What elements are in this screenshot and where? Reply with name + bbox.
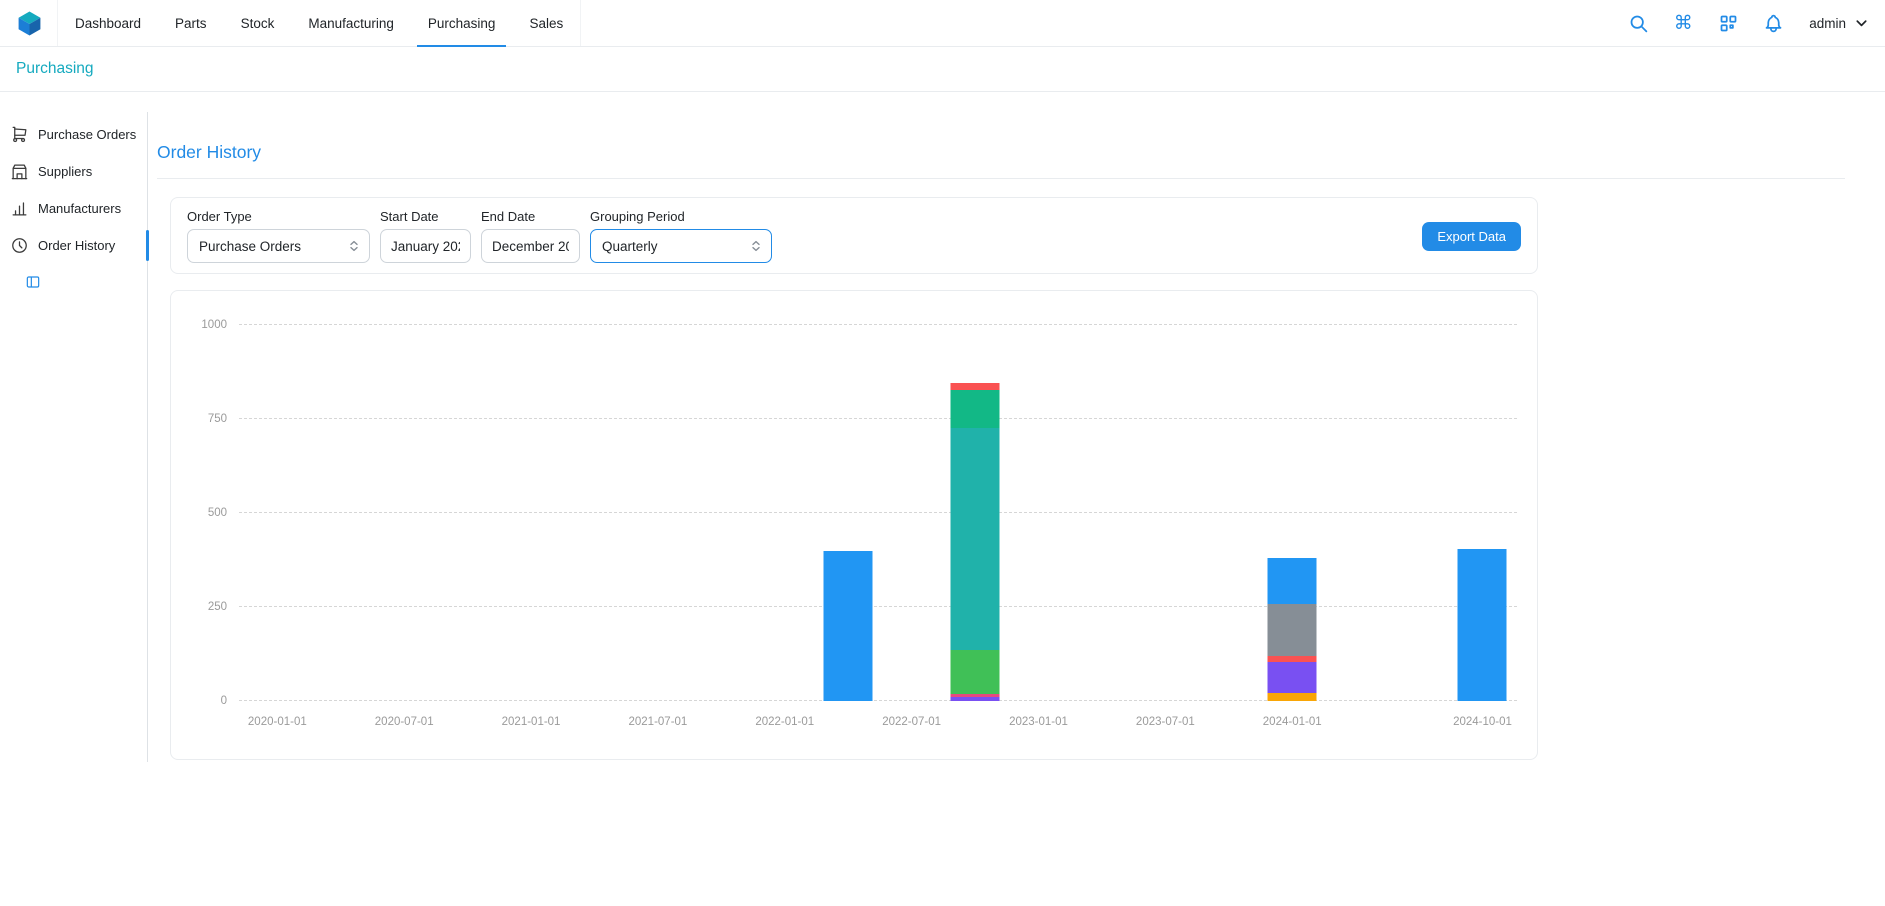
bar-segment[interactable]: [1268, 604, 1317, 656]
gridline: [239, 512, 1517, 513]
grouping-period-label: Grouping Period: [590, 209, 772, 224]
nav-tab-dashboard[interactable]: Dashboard: [58, 0, 158, 46]
chart-wrap: 0 250 500 750 1000 2020-01-01 2020-07-01 2021-0…: [187, 305, 1525, 745]
x-axis-tick-label: 2020-01-01: [248, 716, 307, 728]
export-data-button[interactable]: Export Data: [1422, 222, 1521, 251]
y-axis-tick-label: 500: [208, 507, 227, 519]
qr-scan-icon[interactable]: [1717, 12, 1739, 34]
stacked-bar-2024-10-01[interactable]: [1458, 549, 1507, 701]
sidebar-item-order-history[interactable]: Order History: [0, 227, 147, 264]
grouping-period-value: Quarterly: [602, 239, 658, 254]
sidebar-item-manufacturers[interactable]: Manufacturers: [0, 190, 147, 227]
bar-segment[interactable]: [951, 428, 1000, 650]
breadcrumb: Purchasing: [0, 47, 1885, 92]
x-axis-tick-label: 2021-01-01: [502, 716, 561, 728]
command-palette-icon[interactable]: ⌘: [1672, 12, 1694, 34]
x-axis-tick-label: 2023-07-01: [1136, 716, 1195, 728]
order-type-label: Order Type: [187, 209, 370, 224]
gridline: [239, 700, 1517, 701]
nav-tab-manufacturing[interactable]: Manufacturing: [291, 0, 411, 46]
end-date-input[interactable]: [481, 229, 580, 263]
gridline: [239, 324, 1517, 325]
purchasing-sidebar: Purchase Orders Suppliers Manufacturers: [0, 112, 148, 762]
bar-segment[interactable]: [951, 697, 1000, 701]
gridline: [239, 418, 1517, 419]
bar-segment[interactable]: [824, 551, 873, 701]
chevron-down-icon: [1854, 16, 1869, 31]
x-axis-tick-label: 2022-01-01: [755, 716, 814, 728]
app-logo-icon[interactable]: [16, 10, 43, 37]
sidebar-item-label: Manufacturers: [38, 201, 121, 216]
sidebar-item-label: Suppliers: [38, 164, 92, 179]
y-axis-tick-label: 1000: [201, 319, 227, 331]
main-panel: Order History Order Type Purchase Orders: [148, 112, 1885, 760]
title-divider: [157, 178, 1845, 179]
gridline: [239, 606, 1517, 607]
y-axis-tick-label: 250: [208, 601, 227, 613]
start-date-label: Start Date: [380, 209, 471, 224]
filter-card: Order Type Purchase Orders Start Date: [170, 197, 1538, 274]
bar-segment[interactable]: [1458, 549, 1507, 701]
select-chevrons-icon: [749, 239, 763, 253]
x-axis-tick-label: 2023-01-01: [1009, 716, 1068, 728]
nav-tab-sales[interactable]: Sales: [512, 0, 580, 46]
x-axis-tick-label: 2021-07-01: [628, 716, 687, 728]
top-navbar: Dashboard Parts Stock Manufacturing Purc…: [0, 0, 1885, 47]
page-layout: Purchase Orders Suppliers Manufacturers: [0, 92, 1885, 762]
order-type-value: Purchase Orders: [199, 239, 301, 254]
nav-tab-stock[interactable]: Stock: [224, 0, 292, 46]
end-date-label: End Date: [481, 209, 580, 224]
bar-segment[interactable]: [1268, 662, 1317, 694]
order-type-select[interactable]: Purchase Orders: [187, 229, 370, 263]
grouping-period-select[interactable]: Quarterly: [590, 229, 772, 263]
user-name: admin: [1809, 16, 1846, 31]
bar-segment[interactable]: [1268, 693, 1317, 701]
y-axis-tick-label: 0: [221, 695, 227, 707]
navbar-actions: ⌘ admin: [1627, 12, 1869, 34]
order-type-field: Order Type Purchase Orders: [187, 209, 370, 263]
grouping-period-field: Grouping Period Quarterly: [590, 209, 772, 263]
search-icon[interactable]: [1627, 12, 1649, 34]
order-history-chart-card: 0 250 500 750 1000 2020-01-01 2020-07-01 2021-0…: [170, 290, 1538, 760]
x-axis-tick-label: 2022-07-01: [882, 716, 941, 728]
history-clock-icon: [10, 236, 29, 255]
breadcrumb-purchasing-link[interactable]: Purchasing: [16, 60, 94, 78]
page-title: Order History: [157, 142, 1845, 163]
content-cards: Order Type Purchase Orders Start Date: [170, 197, 1538, 760]
notifications-bell-icon[interactable]: [1762, 12, 1784, 34]
sidebar-item-suppliers[interactable]: Suppliers: [0, 153, 147, 190]
y-axis-tick-label: 750: [208, 413, 227, 425]
x-axis-tick-label: 2024-10-01: [1453, 716, 1512, 728]
end-date-field: End Date: [481, 209, 580, 263]
bar-segment[interactable]: [1268, 558, 1317, 604]
stacked-bar-2022-04-01[interactable]: [824, 551, 873, 701]
start-date-input[interactable]: [380, 229, 471, 263]
chart-bars-icon: [10, 199, 29, 218]
user-menu[interactable]: admin: [1809, 16, 1869, 31]
stacked-bar-2024-01-01[interactable]: [1268, 558, 1317, 701]
bar-segment[interactable]: [951, 390, 1000, 428]
start-date-field: Start Date: [380, 209, 471, 263]
select-chevrons-icon: [347, 239, 361, 253]
building-store-icon: [10, 162, 29, 181]
sidebar-item-label: Purchase Orders: [38, 127, 136, 142]
sidebar-collapse-icon[interactable]: [25, 274, 41, 290]
nav-tab-parts[interactable]: Parts: [158, 0, 224, 46]
x-axis-tick-label: 2020-07-01: [375, 716, 434, 728]
stacked-bar-2022-10-01[interactable]: [951, 383, 1000, 701]
bar-segment[interactable]: [951, 650, 1000, 694]
chart-plot: 025050075010002020-01-012020-07-012021-0…: [239, 311, 1517, 701]
shopping-cart-icon: [10, 125, 29, 144]
main-nav: Dashboard Parts Stock Manufacturing Purc…: [57, 0, 581, 46]
bar-segment[interactable]: [951, 383, 1000, 390]
nav-tab-purchasing[interactable]: Purchasing: [411, 0, 513, 46]
sidebar-item-purchase-orders[interactable]: Purchase Orders: [0, 116, 147, 153]
x-axis-tick-label: 2024-01-01: [1263, 716, 1322, 728]
sidebar-item-label: Order History: [38, 238, 115, 253]
